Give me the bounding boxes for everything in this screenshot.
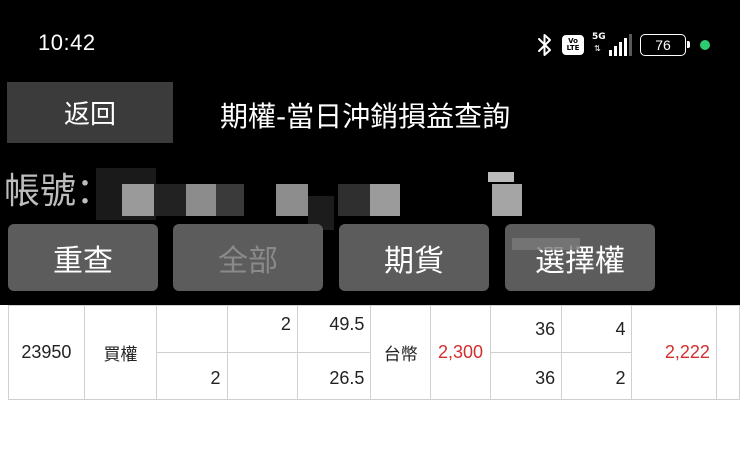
strike-cell: 23950 — [8, 305, 85, 400]
currency-cell: 台幣 — [370, 305, 432, 400]
requery-button[interactable]: 重查 — [8, 224, 158, 291]
back-button[interactable]: 返回 — [7, 82, 173, 143]
sell-qty-top-cell: 2 — [226, 305, 298, 353]
battery-icon: 76 — [640, 34, 690, 56]
net-pnl-cell: 2,222 — [631, 305, 717, 400]
price-bottom-cell: 26.5 — [296, 352, 372, 400]
option-type-cell: 買權 — [83, 305, 158, 400]
volte-icon: Vo LTE — [562, 35, 584, 55]
table-row[interactable]: 23950 買權 2 49.5 台幣 2,300 36 4 2,222 — [8, 305, 740, 400]
charging-indicator-icon — [700, 40, 710, 50]
bluetooth-icon — [538, 34, 551, 56]
col7-bottom-cell: 36 — [489, 352, 563, 400]
filter-options-button[interactable]: 選擇權 — [505, 224, 655, 291]
filter-futures-button[interactable]: 期貨 — [339, 224, 489, 291]
col8-top-cell: 4 — [561, 305, 633, 353]
clipped-cell — [715, 305, 740, 400]
status-icons: Vo LTE 5G ⇅ 76 — [536, 30, 710, 60]
buy-qty-top-cell — [156, 305, 228, 353]
options-button-smudge — [512, 238, 580, 250]
col8-bottom-cell: 2 — [561, 352, 633, 400]
page-title: 期權-當日沖銷損益查詢 — [220, 100, 511, 133]
col7-top-cell: 36 — [489, 305, 563, 353]
pnl-cell: 2,300 — [430, 305, 491, 400]
signal-icon: 5G ⇅ — [592, 32, 632, 58]
signal-bars — [609, 34, 632, 56]
battery-level: 76 — [655, 37, 671, 53]
buy-qty-bottom-cell: 2 — [156, 352, 228, 400]
data-arrows-icon: ⇅ — [594, 44, 601, 53]
status-time: 10:42 — [38, 30, 96, 55]
network-type: 5G — [592, 32, 606, 42]
filter-all-button[interactable]: 全部 — [173, 224, 323, 291]
status-bar: 10:42 Vo LTE 5G ⇅ 76 — [0, 0, 740, 82]
pnl-table: 23950 買權 2 49.5 台幣 2,300 36 4 2,222 2 26… — [8, 305, 740, 400]
price-top-cell: 49.5 — [296, 305, 372, 353]
results-table-area: 23950 買權 2 49.5 台幣 2,300 36 4 2,222 2 26… — [0, 305, 740, 473]
sell-qty-bottom-cell — [226, 352, 298, 400]
